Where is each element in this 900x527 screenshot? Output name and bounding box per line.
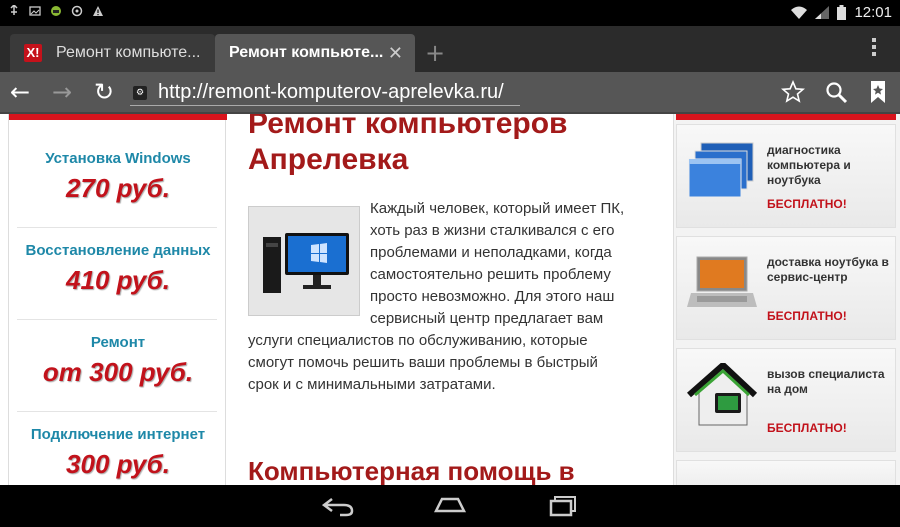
windows-screens-icon — [688, 142, 754, 198]
android-debug-icon — [51, 6, 61, 16]
sync-icon — [71, 5, 83, 17]
signal-icon — [815, 6, 830, 19]
service-title: диагностика компьютера и ноутбука — [767, 143, 851, 187]
section-heading: Компьютерная помощь в — [248, 456, 575, 485]
service-card-partial[interactable] — [676, 460, 896, 485]
price-title[interactable]: Восстановление данных — [9, 242, 227, 259]
service-card-diagnostics[interactable]: диагностика компьютера и ноутбука БЕСПЛА… — [676, 124, 896, 228]
price-value: 410 руб. — [66, 265, 170, 295]
star-icon[interactable] — [781, 80, 805, 104]
site-favicon: Х! — [24, 44, 42, 62]
main-content: Ремонт компьютеров Апрелевка Каждый чело… — [230, 114, 670, 485]
tab-bar: Х! Ремонт компьюте... Ремонт компьюте...… — [0, 26, 900, 72]
tab-title: Ремонт компьюте... — [229, 44, 384, 61]
services-sidebar: диагностика компьютера и ноутбука БЕСПЛА… — [673, 114, 900, 485]
toolbar: ← → ↻ ⚙ http://remont-komputerov-aprelev… — [0, 72, 900, 114]
intro-paragraph: Каждый человек, который имеет ПК, хоть р… — [248, 198, 628, 396]
price-value: 270 руб. — [66, 173, 170, 203]
tab-title: Ремонт компьюте... — [56, 44, 201, 61]
search-icon[interactable] — [824, 80, 848, 104]
service-title: доставка ноутбука в сервис-центр — [767, 255, 889, 284]
wifi-icon — [791, 6, 808, 19]
recent-apps-icon[interactable] — [548, 495, 578, 517]
system-nav-bar — [0, 485, 900, 527]
close-icon[interactable]: ✕ — [388, 43, 403, 64]
laptop-icon — [687, 256, 757, 307]
sidebar-header-bar — [9, 114, 227, 120]
divider — [17, 227, 217, 228]
price-value: 300 руб. — [66, 449, 170, 479]
free-label: БЕСПЛАТНО! — [767, 197, 847, 211]
new-tab-button[interactable]: + — [425, 39, 445, 67]
overflow-menu-icon[interactable] — [872, 38, 878, 59]
address-bar[interactable]: ⚙ http://remont-komputerov-aprelevka.ru/ — [130, 78, 520, 106]
warning-icon — [93, 6, 103, 16]
battery-icon — [837, 5, 847, 20]
price-sidebar: Установка Windows 270 руб. Восстановлени… — [8, 114, 227, 485]
tab-active[interactable]: Ремонт компьюте... ✕ — [215, 34, 415, 72]
image-icon — [29, 6, 41, 16]
price-title[interactable]: Ремонт — [9, 334, 227, 351]
price-item[interactable]: Восстановление данных 410 руб. — [9, 242, 227, 296]
sidebar-header-bar — [676, 114, 896, 120]
home-icon[interactable] — [433, 495, 467, 515]
price-item[interactable]: Подключение интернет 300 руб. — [9, 426, 227, 480]
house-icon — [687, 363, 757, 426]
forward-arrow-icon[interactable]: → — [52, 80, 72, 104]
price-title[interactable]: Подключение интернет — [9, 426, 227, 443]
free-label: БЕСПЛАТНО! — [767, 421, 847, 435]
back-icon[interactable] — [322, 495, 354, 517]
price-item[interactable]: Ремонт от 300 руб. — [9, 334, 227, 388]
price-title[interactable]: Установка Windows — [9, 150, 227, 167]
service-card-delivery[interactable]: доставка ноутбука в сервис-центр БЕСПЛАТ… — [676, 236, 896, 340]
reload-icon[interactable]: ↻ — [94, 80, 114, 104]
web-page: Установка Windows 270 руб. Восстановлени… — [0, 114, 900, 485]
bookmarks-icon[interactable] — [868, 80, 888, 104]
tab-inactive[interactable]: Х! Ремонт компьюте... — [10, 34, 215, 72]
price-value: от 300 руб. — [42, 357, 194, 387]
divider — [17, 319, 217, 320]
page-title: Ремонт компьютеров Апрелевка — [248, 114, 568, 176]
url-text[interactable]: http://remont-komputerov-aprelevka.ru/ — [158, 81, 504, 104]
status-bar: 12:01 — [0, 0, 900, 26]
usb-icon — [10, 5, 18, 15]
service-card-home-visit[interactable]: вызов специалиста на дом БЕСПЛАТНО! — [676, 348, 896, 452]
service-title: вызов специалиста на дом — [767, 367, 885, 396]
back-arrow-icon[interactable]: ← — [10, 80, 30, 104]
free-label: БЕСПЛАТНО! — [767, 309, 847, 323]
clock: 12:01 — [854, 4, 892, 21]
site-info-icon[interactable]: ⚙ — [133, 86, 147, 100]
divider — [17, 411, 217, 412]
price-item[interactable]: Установка Windows 270 руб. — [9, 150, 227, 204]
